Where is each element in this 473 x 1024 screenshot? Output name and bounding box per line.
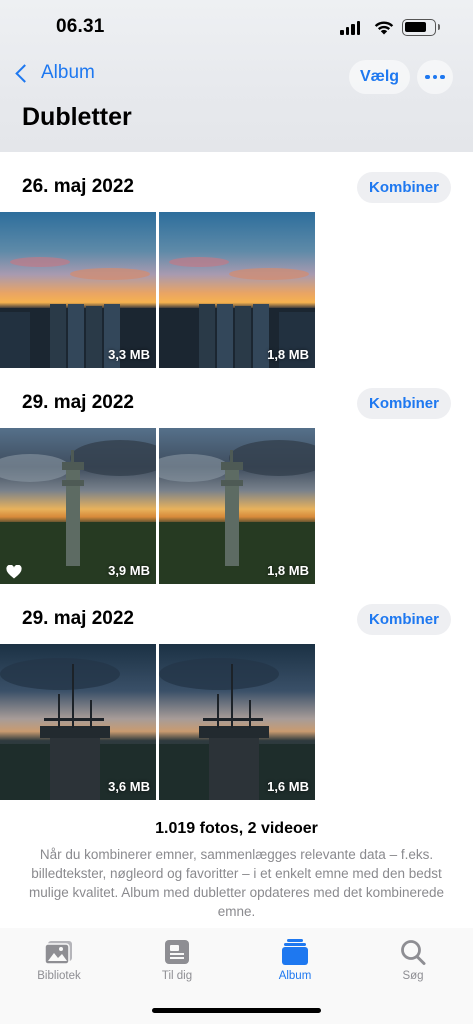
back-button[interactable]: Album: [12, 62, 95, 84]
photo-thumbnail[interactable]: 1,8 MB: [159, 212, 315, 368]
ellipsis-icon: [425, 74, 430, 80]
home-indicator[interactable]: [152, 1008, 321, 1013]
tab-bibliotek[interactable]: Bibliotek: [9, 938, 109, 982]
back-button-label: Album: [41, 62, 95, 83]
photo-thumbnail[interactable]: 3,9 MB: [0, 428, 156, 584]
photo-pair: 3,6 MB 1,6 MB: [0, 644, 316, 800]
tab-til-dig[interactable]: Til dig: [127, 938, 227, 982]
duplicates-info-text: Når du kombinerer emner, sammenlægges re…: [29, 847, 444, 919]
photo-pair: 3,9 MB 1,8 MB: [0, 428, 316, 584]
library-counts: 1.019 fotos, 2 videoer: [155, 820, 318, 837]
page-title: Dubletter: [22, 103, 132, 131]
more-options-button[interactable]: [417, 60, 453, 94]
file-size-label: 1,8 MB: [267, 347, 309, 362]
for-you-icon: [165, 940, 189, 964]
group-date: 29. maj 2022: [22, 392, 134, 413]
status-time: 06.31: [56, 16, 105, 37]
wifi-icon: [374, 21, 394, 35]
tab-label: Til dig: [161, 970, 193, 982]
select-button[interactable]: Vælg: [349, 60, 410, 94]
file-size-label: 3,6 MB: [108, 779, 150, 794]
file-size-label: 1,8 MB: [267, 563, 309, 578]
album-stack-icon: [282, 939, 308, 965]
photo-thumbnail[interactable]: 1,6 MB: [159, 644, 315, 800]
file-size-label: 3,9 MB: [108, 563, 150, 578]
tab-label: Bibliotek: [37, 970, 81, 982]
navigation-bar: Album Vælg: [0, 58, 473, 98]
combine-button[interactable]: Kombiner: [357, 388, 451, 419]
status-bar: 06.31: [0, 0, 473, 52]
group-date: 26. maj 2022: [22, 176, 134, 197]
tab-label: Album: [278, 970, 312, 982]
cellular-signal-icon: [340, 21, 361, 35]
file-size-label: 1,6 MB: [267, 779, 309, 794]
battery-icon: [402, 19, 440, 36]
favorite-heart-icon: [6, 565, 22, 579]
search-icon: [401, 940, 426, 965]
photo-thumbnail[interactable]: 1,8 MB: [159, 428, 315, 584]
photo-pair: 3,3 MB 1,8 MB: [0, 212, 316, 368]
group-date: 29. maj 2022: [22, 608, 134, 629]
photo-library-icon: [44, 941, 72, 965]
tab-label: Søg: [402, 970, 424, 982]
file-size-label: 3,3 MB: [108, 347, 150, 362]
combine-button[interactable]: Kombiner: [357, 172, 451, 203]
photo-thumbnail[interactable]: 3,3 MB: [0, 212, 156, 368]
tab-album[interactable]: Album: [245, 938, 345, 982]
header-blur-area: 06.31 Album Vælg Dubletter: [0, 0, 473, 152]
photo-thumbnail[interactable]: 3,6 MB: [0, 644, 156, 800]
chevron-left-icon: [15, 63, 34, 83]
combine-button[interactable]: Kombiner: [357, 604, 451, 635]
tab-soeg[interactable]: Søg: [363, 938, 463, 982]
